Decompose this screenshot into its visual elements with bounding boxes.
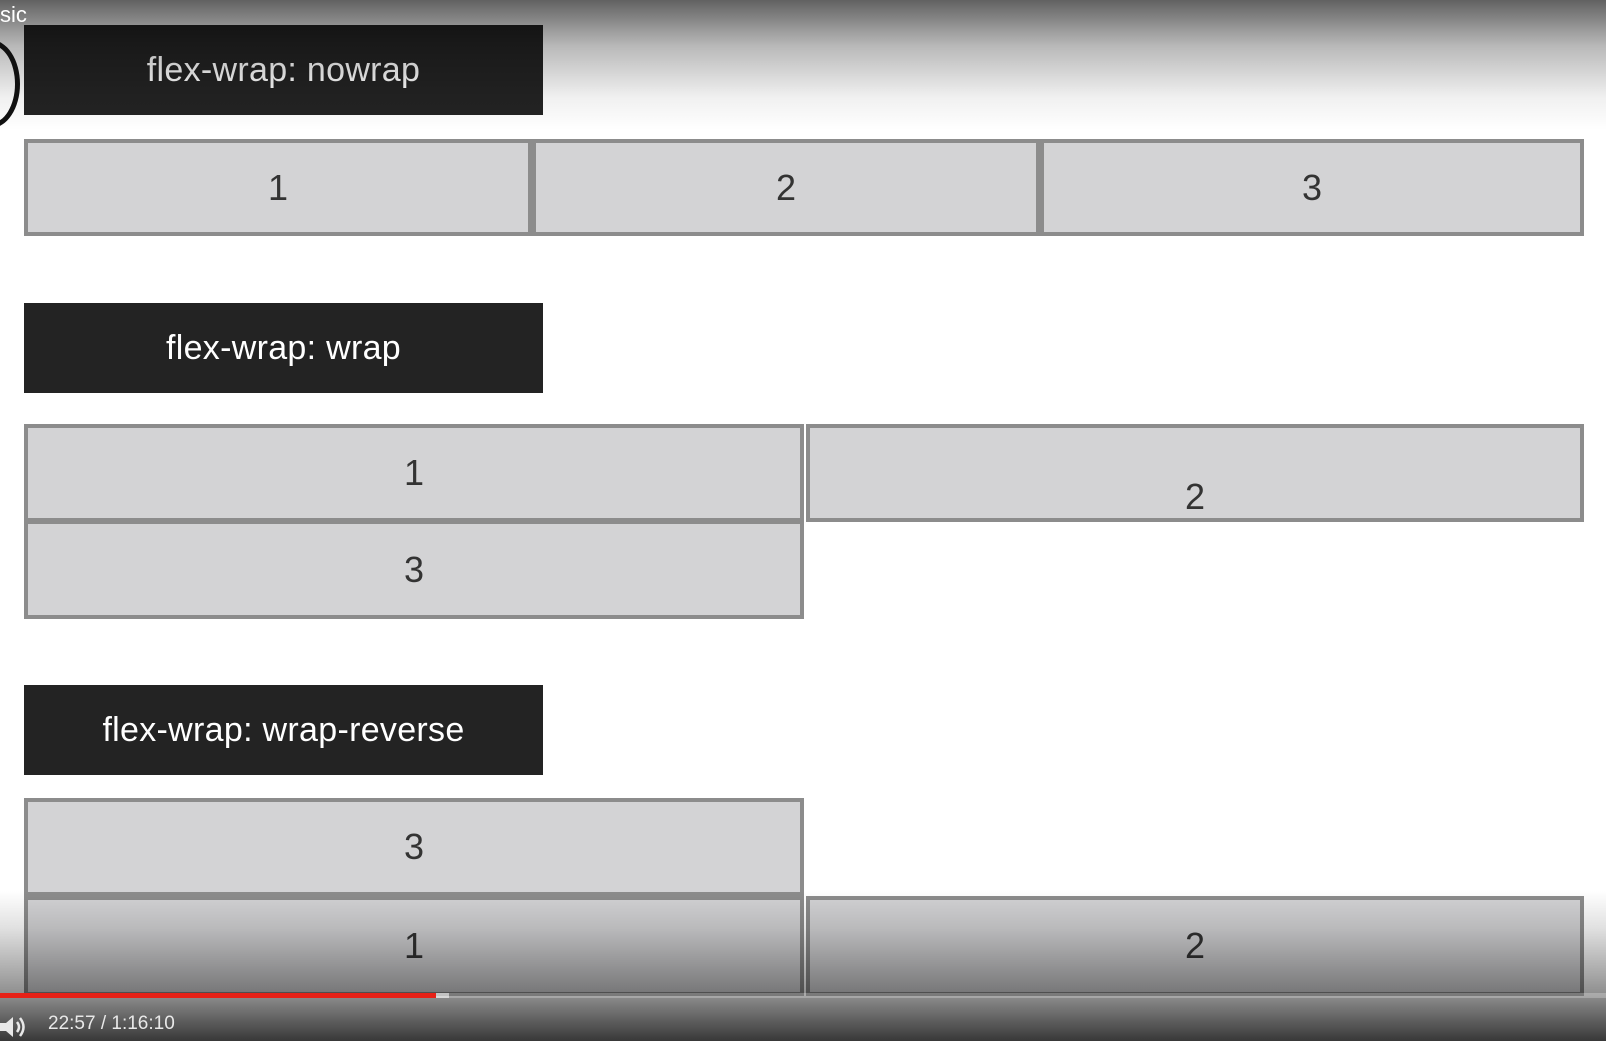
section-label-wrap: flex-wrap: wrap [24, 303, 543, 393]
time-display: 22:57 / 1:16:10 [48, 1013, 175, 1035]
current-time: 22:57 [48, 1013, 96, 1034]
flex-item-wrap-reverse-1: 1 [24, 896, 804, 996]
video-title[interactable]: sic [0, 2, 27, 28]
video-frame[interactable]: flex-wrap: nowrap 1 2 3 flex-wrap: wrap … [0, 0, 1606, 1041]
flex-item-wrap-reverse-2: 2 [806, 896, 1584, 996]
flex-item-wrap-2: 2 [806, 424, 1584, 522]
flex-item-nowrap-2: 2 [532, 139, 1040, 236]
flex-item-wrap-reverse-3: 3 [24, 798, 804, 896]
time-separator: / [95, 1013, 112, 1034]
duration: 1:16:10 [111, 1013, 175, 1034]
section-label-nowrap: flex-wrap: nowrap [24, 25, 543, 115]
flex-item-wrap-3: 3 [24, 520, 804, 619]
flex-item-nowrap-3: 3 [1040, 139, 1584, 236]
progress-played [0, 993, 436, 998]
channel-avatar-icon[interactable] [0, 40, 20, 128]
flex-item-nowrap-1: 1 [24, 139, 532, 236]
player-controls: 22:57 / 1:16:10 [0, 991, 1606, 1041]
flex-item-wrap-1: 1 [24, 424, 804, 522]
section-label-wrap-reverse: flex-wrap: wrap-reverse [24, 685, 543, 775]
progress-bar[interactable] [0, 993, 1606, 998]
volume-icon[interactable] [0, 1015, 30, 1039]
